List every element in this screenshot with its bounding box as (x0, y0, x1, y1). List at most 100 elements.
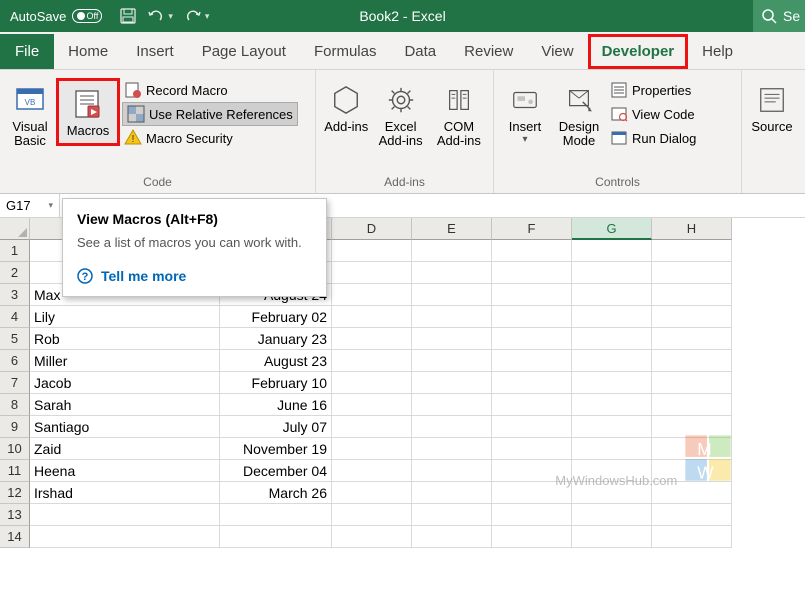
cell-C6[interactable]: August 23 (220, 350, 332, 372)
cell-C12[interactable]: March 26 (220, 482, 332, 504)
cell-F9[interactable] (492, 416, 572, 438)
cell-D7[interactable] (332, 372, 412, 394)
cell-C9[interactable]: July 07 (220, 416, 332, 438)
select-all-corner[interactable] (0, 218, 30, 240)
cell-G5[interactable] (572, 328, 652, 350)
cell-H5[interactable] (652, 328, 732, 350)
name-box[interactable]: G17 ▾ (0, 194, 60, 217)
tab-insert[interactable]: Insert (122, 34, 188, 69)
save-icon[interactable] (120, 8, 136, 24)
cell-D9[interactable] (332, 416, 412, 438)
cell-G7[interactable] (572, 372, 652, 394)
chevron-down-icon[interactable]: ▾ (205, 11, 210, 22)
cell-H8[interactable] (652, 394, 732, 416)
cell-C13[interactable] (220, 504, 332, 526)
record-macro-button[interactable]: Record Macro (122, 78, 298, 102)
cell-F1[interactable] (492, 240, 572, 262)
autosave-toggle[interactable]: AutoSave Off (0, 9, 112, 24)
cell-G6[interactable] (572, 350, 652, 372)
cell-F3[interactable] (492, 284, 572, 306)
tab-developer[interactable]: Developer (588, 34, 689, 69)
cell-H12[interactable] (652, 482, 732, 504)
cell-H13[interactable] (652, 504, 732, 526)
column-header-F[interactable]: F (492, 218, 572, 240)
cell-F4[interactable] (492, 306, 572, 328)
cell-H11[interactable] (652, 460, 732, 482)
undo-icon[interactable] (148, 8, 164, 24)
tab-page-layout[interactable]: Page Layout (188, 34, 300, 69)
source-button[interactable]: Source (748, 78, 796, 138)
column-header-D[interactable]: D (332, 218, 412, 240)
cell-C4[interactable]: February 02 (220, 306, 332, 328)
cell-H1[interactable] (652, 240, 732, 262)
cell-E12[interactable] (412, 482, 492, 504)
cell-G9[interactable] (572, 416, 652, 438)
cell-E6[interactable] (412, 350, 492, 372)
cell-C14[interactable] (220, 526, 332, 548)
row-header-10[interactable]: 10 (0, 438, 30, 460)
cell-D3[interactable] (332, 284, 412, 306)
search-box[interactable]: Se (753, 0, 805, 32)
visual-basic-button[interactable]: VB Visual Basic (6, 78, 54, 153)
cell-D1[interactable] (332, 240, 412, 262)
cell-B5[interactable]: Rob (30, 328, 220, 350)
cell-E10[interactable] (412, 438, 492, 460)
cell-F13[interactable] (492, 504, 572, 526)
cell-F11[interactable] (492, 460, 572, 482)
row-header-11[interactable]: 11 (0, 460, 30, 482)
run-dialog-button[interactable]: Run Dialog (608, 126, 702, 150)
cell-F14[interactable] (492, 526, 572, 548)
cell-C8[interactable]: June 16 (220, 394, 332, 416)
tab-formulas[interactable]: Formulas (300, 34, 391, 69)
cell-G3[interactable] (572, 284, 652, 306)
com-addins-button[interactable]: COM Add-ins (431, 78, 487, 153)
view-code-button[interactable]: View Code (608, 102, 702, 126)
column-header-G[interactable]: G (572, 218, 652, 240)
cell-G11[interactable] (572, 460, 652, 482)
row-header-8[interactable]: 8 (0, 394, 30, 416)
row-header-6[interactable]: 6 (0, 350, 30, 372)
cell-F6[interactable] (492, 350, 572, 372)
insert-control-button[interactable]: Insert ▾ (500, 78, 550, 149)
cell-D12[interactable] (332, 482, 412, 504)
tab-data[interactable]: Data (390, 34, 450, 69)
cell-G12[interactable] (572, 482, 652, 504)
excel-addins-button[interactable]: Excel Add-ins (373, 78, 429, 153)
row-header-14[interactable]: 14 (0, 526, 30, 548)
row-header-1[interactable]: 1 (0, 240, 30, 262)
row-header-9[interactable]: 9 (0, 416, 30, 438)
cell-C5[interactable]: January 23 (220, 328, 332, 350)
cell-B4[interactable]: Lily (30, 306, 220, 328)
cell-B7[interactable]: Jacob (30, 372, 220, 394)
cell-B8[interactable]: Sarah (30, 394, 220, 416)
cell-D14[interactable] (332, 526, 412, 548)
cell-E9[interactable] (412, 416, 492, 438)
cell-C10[interactable]: November 19 (220, 438, 332, 460)
cell-D8[interactable] (332, 394, 412, 416)
cell-H3[interactable] (652, 284, 732, 306)
cell-G10[interactable] (572, 438, 652, 460)
row-header-2[interactable]: 2 (0, 262, 30, 284)
cell-H7[interactable] (652, 372, 732, 394)
cell-E13[interactable] (412, 504, 492, 526)
cell-E1[interactable] (412, 240, 492, 262)
cell-B9[interactable]: Santiago (30, 416, 220, 438)
tab-view[interactable]: View (527, 34, 587, 69)
cell-C7[interactable]: February 10 (220, 372, 332, 394)
use-relative-references-button[interactable]: Use Relative References (122, 102, 298, 126)
chevron-down-icon[interactable]: ▾ (168, 11, 173, 22)
cell-D11[interactable] (332, 460, 412, 482)
redo-icon[interactable] (185, 8, 201, 24)
design-mode-button[interactable]: Design Mode (552, 78, 606, 153)
cell-B14[interactable] (30, 526, 220, 548)
tab-review[interactable]: Review (450, 34, 527, 69)
cell-F10[interactable] (492, 438, 572, 460)
row-header-3[interactable]: 3 (0, 284, 30, 306)
row-header-13[interactable]: 13 (0, 504, 30, 526)
cell-H2[interactable] (652, 262, 732, 284)
cell-D10[interactable] (332, 438, 412, 460)
cell-D4[interactable] (332, 306, 412, 328)
cell-G13[interactable] (572, 504, 652, 526)
cell-B10[interactable]: Zaid (30, 438, 220, 460)
cell-C11[interactable]: December 04 (220, 460, 332, 482)
